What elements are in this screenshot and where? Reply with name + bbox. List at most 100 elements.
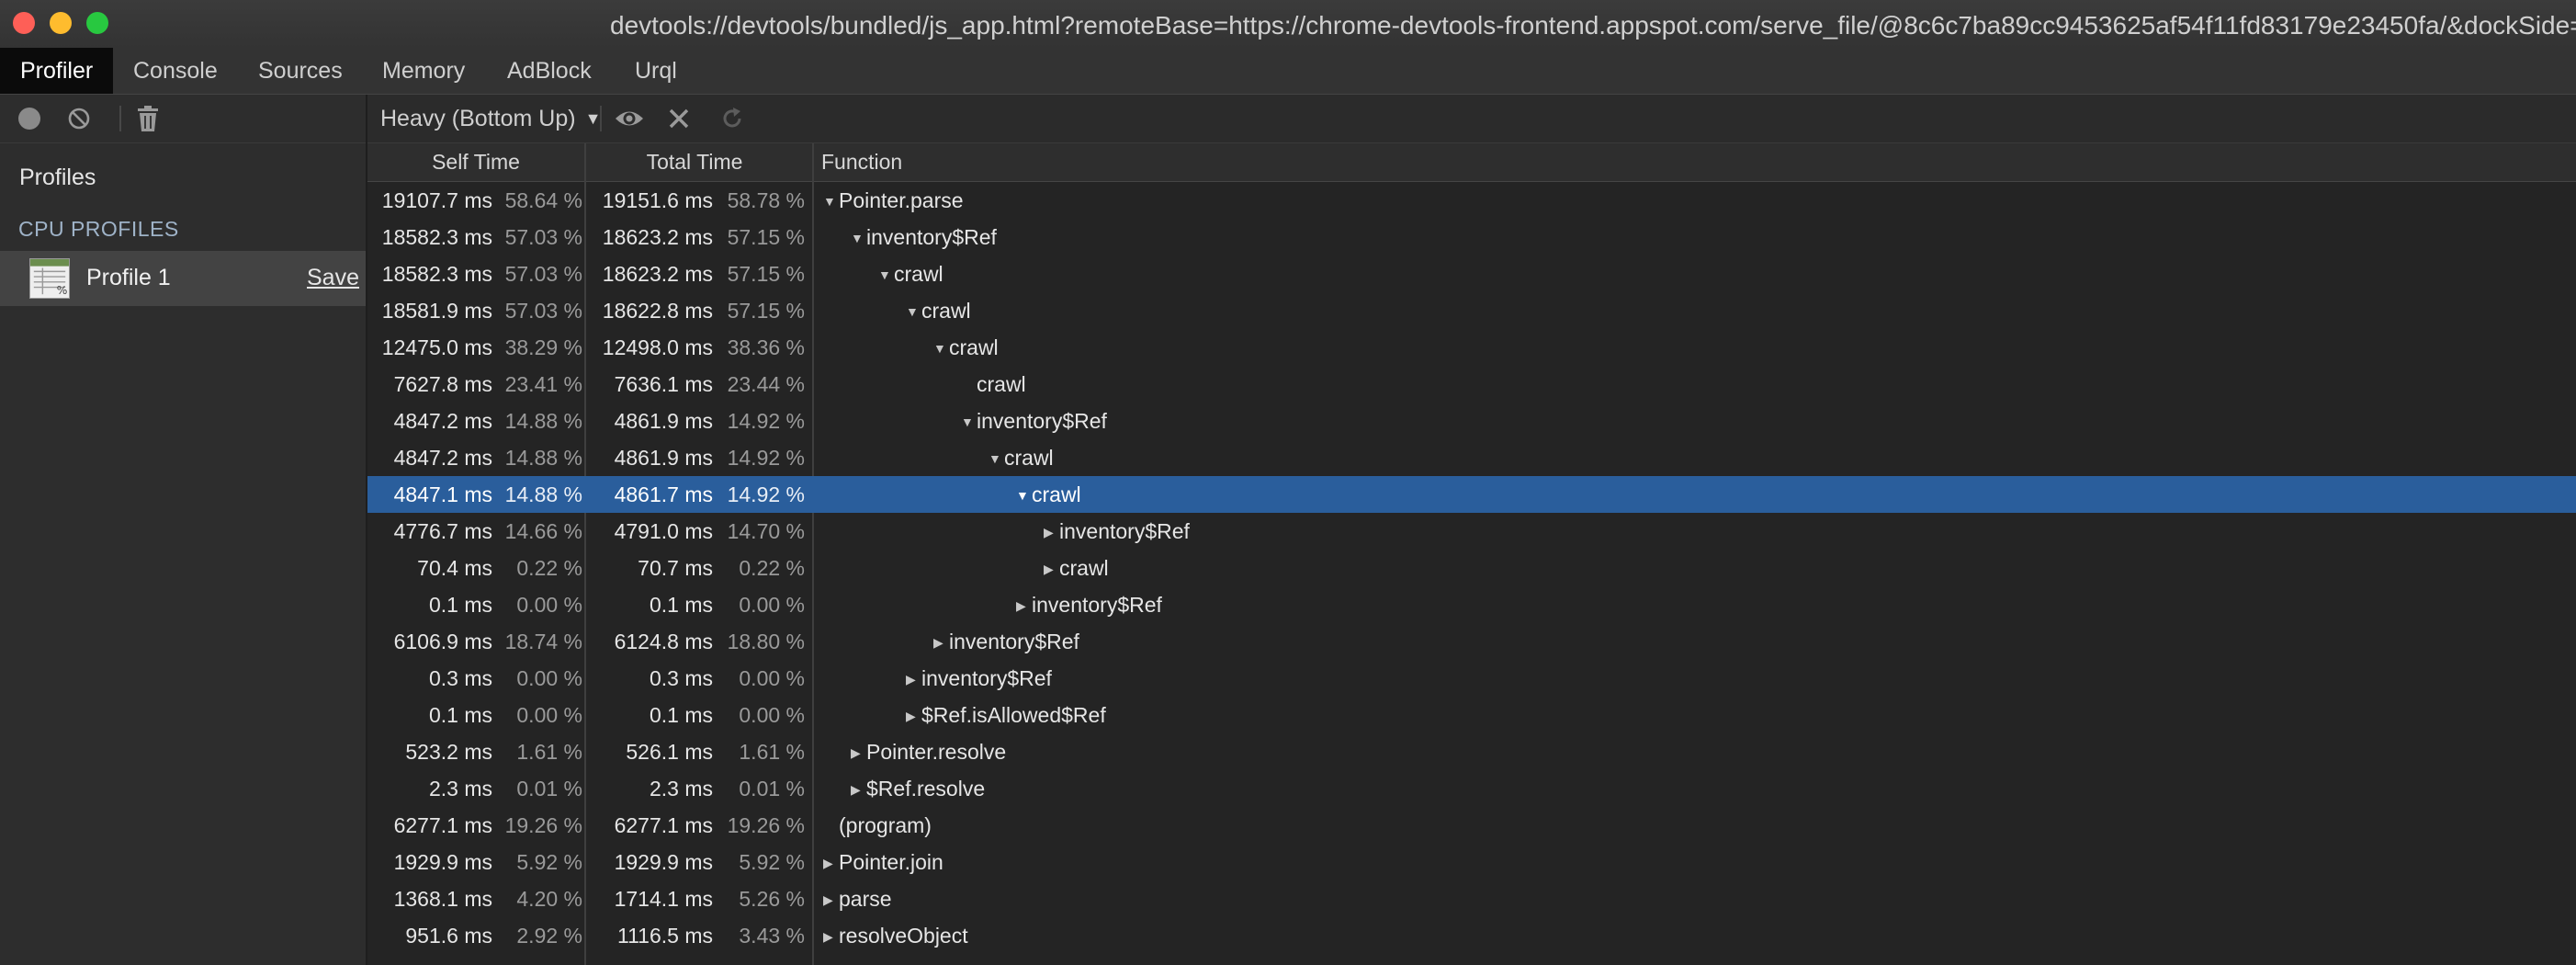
expand-triangle-right-icon[interactable]: ▶ — [851, 734, 866, 771]
tab-sources[interactable]: Sources — [238, 48, 363, 94]
self-time-ms: 4847.1 ms — [393, 482, 492, 506]
table-row[interactable]: 18582.3 ms 57.03 % 18623.2 ms 57.15 % ▼ crawl — [367, 255, 2576, 292]
table-row[interactable]: 6106.9 ms 18.74 % 6124.8 ms 18.80 % ▶ invento… — [367, 623, 2576, 660]
tab-urql[interactable]: Urql — [615, 48, 697, 94]
close-window-button[interactable] — [13, 12, 35, 34]
total-time-percent: 0.22 % — [739, 556, 805, 580]
expand-triangle-down-icon[interactable]: ▼ — [906, 293, 921, 330]
self-time-ms: 12475.0 ms — [381, 335, 492, 359]
self-time-ms: 4847.2 ms — [393, 446, 492, 470]
total-time-ms: 1714.1 ms — [614, 887, 713, 911]
tab-adblock[interactable]: AdBlock — [487, 48, 612, 94]
expand-triangle-down-icon[interactable]: ▼ — [851, 220, 866, 256]
expand-triangle-down-icon[interactable]: ▼ — [823, 183, 839, 220]
table-row[interactable]: 18581.9 ms 57.03 % 18622.8 ms 57.15 % ▼ crawl — [367, 292, 2576, 329]
expand-triangle-down-icon[interactable]: ▼ — [1016, 477, 1032, 514]
total-time-ms: 18622.8 ms — [602, 299, 713, 323]
total-time-ms: 18623.2 ms — [602, 262, 713, 286]
total-time-percent: 58.78 % — [727, 188, 805, 212]
expand-triangle-right-icon[interactable]: ▶ — [906, 661, 921, 698]
self-time-percent: 0.00 % — [516, 593, 582, 617]
save-profile-link[interactable]: Save — [307, 265, 359, 291]
expand-triangle-right-icon[interactable]: ▶ — [823, 918, 839, 955]
total-time-ms: 0.1 ms — [649, 593, 713, 617]
self-time-ms: 4776.7 ms — [393, 519, 492, 543]
table-row[interactable]: 4847.1 ms 14.88 % 4861.7 ms 14.92 % ▼ crawl — [367, 476, 2576, 513]
table-row[interactable]: 1368.1 ms 4.20 % 1714.1 ms 5.26 % ▶ parse — [367, 880, 2576, 917]
expand-triangle-down-icon[interactable]: ▼ — [961, 403, 977, 440]
function-name: Pointer.resolve — [866, 740, 1007, 764]
table-row[interactable]: 2.3 ms 0.01 % 2.3 ms 0.01 % ▶ $Ref.resolve — [367, 770, 2576, 807]
expand-triangle-right-icon[interactable]: ▶ — [1044, 551, 1059, 587]
function-name: $Ref.resolve — [866, 777, 986, 800]
function-cell: ▼ inventory$Ref — [851, 219, 997, 255]
self-time-percent: 14.88 % — [504, 482, 582, 506]
function-name: resolveObject — [839, 924, 968, 948]
tab-memory[interactable]: Memory — [362, 48, 485, 94]
tab-profiler[interactable]: Profiler — [0, 48, 114, 94]
table-row[interactable]: 0.3 ms 0.00 % 0.3 ms 0.00 % ▶ inventory$Ref — [367, 660, 2576, 697]
function-cell: ▶ inventory$Ref — [933, 623, 1079, 660]
record-icon[interactable] — [18, 108, 40, 130]
table-row[interactable]: 70.4 ms 0.22 % 70.7 ms 0.22 % ▶ crawl — [367, 550, 2576, 586]
self-time-column-header[interactable]: Self Time — [367, 143, 584, 181]
table-row[interactable]: 19107.7 ms 58.64 % 19151.6 ms 58.78 % ▼ Point… — [367, 182, 2576, 219]
table-row[interactable]: 4847.2 ms 14.88 % 4861.9 ms 14.92 % ▼ invento… — [367, 403, 2576, 439]
function-column-header[interactable]: Function — [821, 143, 902, 181]
expand-triangle-right-icon[interactable]: ▶ — [851, 771, 866, 808]
table-row[interactable]: 523.2 ms 1.61 % 526.1 ms 1.61 % ▶ Pointer.res… — [367, 733, 2576, 770]
table-row[interactable]: 4847.2 ms 14.88 % 4861.9 ms 14.92 % ▼ crawl — [367, 439, 2576, 476]
exclude-x-icon[interactable] — [667, 107, 691, 131]
table-row[interactable]: 12475.0 ms 38.29 % 12498.0 ms 38.36 % ▼ crawl — [367, 329, 2576, 366]
maximize-window-button[interactable] — [86, 12, 108, 34]
self-time-percent: 1.61 % — [516, 740, 582, 764]
clear-profiles-icon[interactable] — [68, 108, 90, 130]
restore-reload-icon[interactable] — [720, 107, 744, 131]
focus-eye-icon[interactable] — [614, 107, 645, 131]
view-mode-select[interactable]: Heavy (Bottom Up) ▼ — [380, 103, 601, 134]
trash-icon[interactable] — [136, 106, 160, 131]
window-titlebar: devtools://devtools/bundled/js_app.html?… — [0, 0, 2576, 49]
table-row[interactable]: 1929.9 ms 5.92 % 1929.9 ms 5.92 % ▶ Pointer.j… — [367, 844, 2576, 880]
function-name: crawl — [977, 372, 1026, 396]
total-time-column-header[interactable]: Total Time — [586, 143, 803, 181]
expand-triangle-down-icon[interactable]: ▼ — [933, 330, 949, 367]
profile-name: Profile 1 — [86, 265, 171, 290]
self-time-percent: 14.88 % — [504, 409, 582, 433]
self-time-ms: 0.1 ms — [428, 593, 492, 617]
total-time-ms: 0.3 ms — [649, 666, 713, 690]
expand-triangle-right-icon[interactable]: ▶ — [906, 698, 921, 734]
expand-triangle-right-icon[interactable]: ▶ — [1016, 587, 1032, 624]
profile-view-toolbar: Heavy (Bottom Up) ▼ — [367, 95, 2576, 143]
expand-triangle-down-icon[interactable]: ▼ — [989, 440, 1004, 477]
table-row[interactable]: 951.6 ms 2.92 % 1116.5 ms 3.43 % ▶ resolveObj… — [367, 917, 2576, 954]
table-row[interactable]: 0.1 ms 0.00 % 0.1 ms 0.00 % ▶ inventory$Ref — [367, 586, 2576, 623]
function-name: crawl — [1004, 446, 1054, 470]
expand-triangle-down-icon[interactable]: ▼ — [878, 256, 894, 293]
table-row[interactable]: 6277.1 ms 19.26 % 6277.1 ms 19.26 % (program… — [367, 807, 2576, 844]
total-time-percent: 1.61 % — [739, 740, 805, 764]
sidebar-toolbar — [0, 95, 366, 143]
total-time-ms: 12498.0 ms — [602, 335, 713, 359]
table-row[interactable]: 7627.8 ms 23.41 % 7636.1 ms 23.44 % crawl — [367, 366, 2576, 403]
profiles-heading: Profiles — [19, 165, 96, 190]
function-cell: ▶ resolveObject — [823, 917, 968, 954]
total-time-ms: 2.3 ms — [649, 777, 713, 800]
function-name: crawl — [921, 299, 971, 323]
expand-triangle-right-icon[interactable]: ▶ — [933, 624, 949, 661]
total-time-percent: 5.26 % — [739, 887, 805, 911]
function-name: crawl — [1059, 556, 1109, 580]
window-title: devtools://devtools/bundled/js_app.html?… — [610, 11, 2576, 40]
table-row[interactable]: 18582.3 ms 57.03 % 18623.2 ms 57.15 % ▼ inven… — [367, 219, 2576, 255]
table-row[interactable]: 4776.7 ms 14.66 % 4791.0 ms 14.70 % ▶ invento… — [367, 513, 2576, 550]
total-time-ms: 4791.0 ms — [614, 519, 713, 543]
expand-triangle-right-icon[interactable]: ▶ — [823, 881, 839, 918]
total-time-ms: 70.7 ms — [638, 556, 713, 580]
table-row[interactable]: 0.1 ms 0.00 % 0.1 ms 0.00 % ▶ $Ref.isAllowed$… — [367, 697, 2576, 733]
expand-triangle-right-icon[interactable]: ▶ — [823, 845, 839, 881]
expand-triangle-right-icon[interactable]: ▶ — [1044, 514, 1059, 551]
tab-console[interactable]: Console — [113, 48, 238, 94]
minimize-window-button[interactable] — [50, 12, 72, 34]
profile-list-item[interactable]: % Profile 1 Save — [0, 251, 366, 306]
total-time-ms: 0.1 ms — [649, 703, 713, 727]
